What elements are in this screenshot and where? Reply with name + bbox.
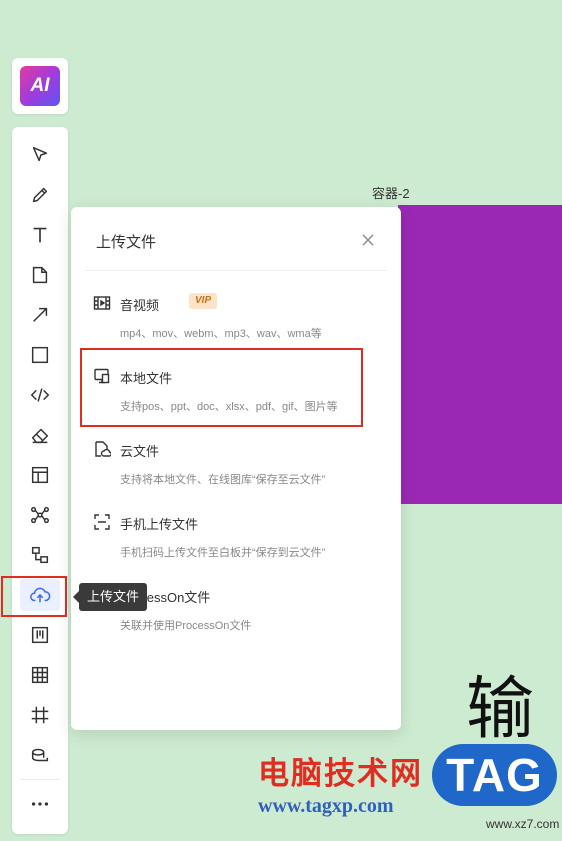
layout-icon[interactable] — [20, 459, 60, 491]
flowchart-icon[interactable] — [20, 539, 60, 571]
upload-tool-highlight — [1, 576, 67, 617]
vip-badge: VIP — [189, 293, 218, 309]
canvas-text[interactable]: 输 — [466, 676, 534, 744]
toolbar-divider — [20, 779, 60, 780]
pointer-icon[interactable] — [20, 139, 60, 171]
watermark-text: 电脑技术网 — [258, 756, 423, 791]
upload-tooltip: 上传文件 — [72, 583, 148, 611]
local-file-highlight — [80, 348, 363, 427]
tape-icon[interactable] — [20, 739, 60, 771]
container-label: 容器-2 — [372, 186, 410, 201]
option-mobile-upload[interactable]: 手机上传文件 手机扫码上传文件至白板并“保存到云文件” — [93, 512, 393, 572]
ai-badge: AI — [20, 66, 60, 106]
watermark-logo: TAG — [432, 744, 557, 806]
video-icon — [93, 296, 111, 310]
option-title: 音视频 — [120, 298, 160, 313]
option-title: 云文件 — [120, 444, 160, 459]
eraser-icon[interactable] — [20, 419, 60, 451]
option-desc: 手机扫码上传文件至白板并“保存到云文件” — [120, 547, 326, 559]
arrow-icon[interactable] — [20, 299, 60, 331]
watermark-site: www.xz7.com — [486, 817, 560, 831]
pencil-icon[interactable] — [20, 179, 60, 211]
frame-icon[interactable] — [20, 699, 60, 731]
panel-title: 上传文件 — [96, 234, 157, 251]
kanban-icon[interactable] — [20, 619, 60, 651]
note-icon[interactable] — [20, 259, 60, 291]
cloud-file-icon — [95, 441, 111, 457]
ai-button[interactable]: AI — [12, 58, 68, 114]
option-desc: 关联并使用ProcessOn文件 — [120, 620, 252, 632]
upload-panel: 上传文件 音视频 VIP mp4、mov、webm、mp3、wav、wma等 本… — [71, 207, 401, 730]
option-title: 手机上传文件 — [120, 517, 199, 532]
close-icon[interactable] — [357, 229, 379, 251]
table-icon[interactable] — [20, 659, 60, 691]
panel-divider — [85, 270, 387, 271]
square-icon[interactable] — [20, 339, 60, 371]
code-icon[interactable] — [20, 379, 60, 411]
text-icon[interactable] — [20, 219, 60, 251]
scan-icon — [94, 514, 110, 530]
option-desc: mp4、mov、webm、mp3、wav、wma等 — [120, 328, 322, 340]
option-desc: 支持将本地文件、在线图库“保存至云文件” — [120, 474, 326, 486]
option-audio-video[interactable]: 音视频 VIP mp4、mov、webm、mp3、wav、wma等 — [93, 293, 393, 353]
left-toolbar — [12, 127, 68, 834]
option-cloud-file[interactable]: 云文件 支持将本地文件、在线图库“保存至云文件” — [93, 439, 393, 499]
more-icon[interactable] — [20, 788, 60, 820]
purple-container[interactable] — [398, 205, 562, 504]
watermark-url: www.tagxp.com — [258, 795, 394, 817]
mindmap-icon[interactable] — [20, 499, 60, 531]
